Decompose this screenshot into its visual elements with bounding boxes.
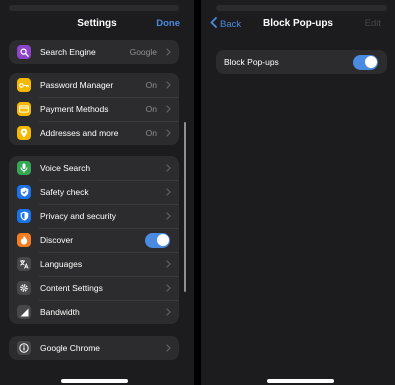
edit-button[interactable]: Edit [365,18,381,29]
card-icon [17,102,31,116]
settings-row-label: Password Manager [40,80,114,90]
settings-row-password-manager[interactable]: Password Manager On [9,73,179,97]
chevron-right-icon [163,164,173,172]
signal-icon [17,305,31,319]
settings-row-content-settings[interactable]: Content Settings [9,276,179,300]
done-button[interactable]: Done [156,18,180,29]
sheet-handle [9,5,179,11]
chevron-right-icon [163,212,173,220]
settings-row-label: Content Settings [40,283,103,293]
block-popups-panel: Back Block Pop-ups Edit Block Pop-ups [201,0,395,385]
chevron-right-icon [163,308,173,316]
settings-row-addresses-and-more[interactable]: Addresses and more On [9,121,179,145]
chevron-right-icon [163,284,173,292]
settings-nav-bar: Settings Done [0,13,194,35]
home-indicator [267,379,334,383]
block-popups-group: Block Pop-ups [216,50,387,74]
block-popups-row: Block Pop-ups [216,50,387,74]
gear-icon [17,281,31,295]
settings-row-value: On [145,128,157,138]
settings-row-bandwidth[interactable]: Bandwidth [9,300,179,324]
home-indicator [61,379,128,383]
settings-row-google-chrome[interactable]: Google Chrome [9,336,179,360]
settings-row-label: Addresses and more [40,128,119,138]
chevron-right-icon [163,81,173,89]
settings-row-safety-check[interactable]: Safety check [9,180,179,204]
chevron-right-icon [163,188,173,196]
chevron-right-icon [163,260,173,268]
flame-icon [17,233,31,247]
settings-row-languages[interactable]: Languages [9,252,179,276]
microphone-icon [17,161,31,175]
settings-group-autofill: Password Manager On Payment Methods On Addre… [9,73,179,145]
block-popups-label: Block Pop-ups [224,57,279,67]
settings-group-about: Google Chrome [9,336,179,360]
chevron-right-icon [163,344,173,352]
settings-row-label: Google Chrome [40,343,101,353]
settings-row-label: Privacy and security [40,211,117,221]
settings-group-general: Voice Search Safety check Privacy and secu… [9,156,179,324]
settings-row-label: Bandwidth [40,307,80,317]
search-icon [17,45,31,59]
chevron-right-icon [163,48,173,56]
chevron-right-icon [163,105,173,113]
info-icon [17,341,31,355]
shield-icon [17,209,31,223]
settings-row-value: On [145,104,157,114]
settings-row-label: Search Engine [40,47,96,57]
settings-row-value: On [145,80,157,90]
scrollbar[interactable] [184,122,186,292]
shield-check-icon [17,185,31,199]
sheet-handle [216,5,387,11]
settings-group-search: Search Engine Google [9,40,179,64]
settings-row-label: Languages [40,259,83,269]
settings-row-payment-methods[interactable]: Payment Methods On [9,97,179,121]
block-popups-nav-bar: Back Block Pop-ups Edit [201,13,395,35]
settings-row-voice-search[interactable]: Voice Search [9,156,179,180]
settings-row-label: Discover [40,235,74,245]
settings-row-label: Voice Search [40,163,91,173]
location-pin-icon [17,126,31,140]
settings-row-label: Safety check [40,187,89,197]
settings-row-label: Payment Methods [40,104,109,114]
chevron-right-icon [163,129,173,137]
settings-row-privacy-and-security[interactable]: Privacy and security [9,204,179,228]
settings-panel: Settings Done Search Engine Google Passwo… [0,0,194,385]
settings-row-discover[interactable]: Discover [9,228,179,252]
key-icon [17,78,31,92]
discover-toggle[interactable] [145,232,170,248]
translate-icon [17,257,31,271]
settings-row-value: Google [129,47,157,57]
block-popups-toggle[interactable] [353,54,378,70]
settings-row-search-engine[interactable]: Search Engine Google [9,40,179,64]
